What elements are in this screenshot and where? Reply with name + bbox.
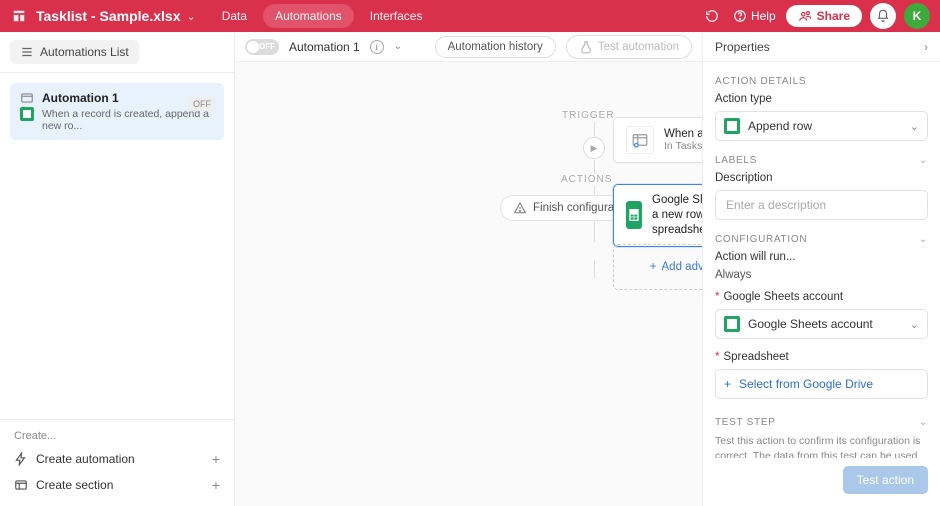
name-chevron-icon[interactable]: ⌄ <box>394 41 402 52</box>
trigger-section-label: TRIGGER <box>562 110 615 121</box>
tab-data[interactable]: Data <box>210 4 259 28</box>
automation-canvas: TRIGGER ▶ ACTIONS When a record is creat… <box>235 62 702 506</box>
expand-icon[interactable]: › <box>924 40 928 54</box>
create-section-button[interactable]: Create section + <box>0 472 234 498</box>
action-node[interactable]: Google Sheets: Append a new row to a spr… <box>613 184 702 247</box>
description-input[interactable] <box>715 190 928 220</box>
create-automation-label: Create automation <box>36 452 135 466</box>
create-automation-button[interactable]: Create automation + <box>0 446 234 472</box>
trigger-node[interactable]: When a record is created In Tasks <box>613 117 702 163</box>
automation-toggle[interactable]: OFF <box>245 39 279 55</box>
test-action-button[interactable]: Test action <box>843 466 928 494</box>
spreadsheet-label: Spreadsheet <box>715 351 928 363</box>
notifications-icon[interactable] <box>870 3 896 29</box>
action-run-label: Action will run... <box>715 251 928 263</box>
chevron-down-icon: ⌄ <box>910 120 919 133</box>
google-sheets-account-label: Google Sheets account <box>715 291 928 303</box>
create-section-label: Create section <box>36 478 113 492</box>
test-automation-label: Test automation <box>598 41 679 53</box>
left-sidebar: Automations List Automation 1 When a rec… <box>0 32 235 506</box>
action-title: Google Sheets: Append a new row to a spr… <box>652 193 702 238</box>
toggle-label: OFF <box>259 42 275 51</box>
chevron-down-icon: ⌄ <box>910 318 919 331</box>
google-sheets-icon <box>626 201 642 229</box>
action-details-heading: ACTION DETAILS <box>715 76 928 87</box>
create-heading: Create... <box>0 426 234 446</box>
automation-history-button[interactable]: Automation history <box>435 36 556 58</box>
app-logo-icon <box>10 7 28 25</box>
test-automation-button[interactable]: Test automation <box>566 35 692 59</box>
top-tabs: Data Automations Interfaces <box>210 4 435 28</box>
google-sheets-account-value: Google Sheets account <box>748 317 873 331</box>
run-trigger-icon[interactable]: ▶ <box>583 137 605 159</box>
title-chevron-icon[interactable]: ⌄ <box>186 10 195 23</box>
trigger-title: When a record is created <box>664 128 702 140</box>
automation-item-desc: When a record is created, append a new r… <box>42 108 214 132</box>
automation-item-status: OFF <box>188 97 216 111</box>
history-icon[interactable] <box>699 3 725 29</box>
share-label: Share <box>817 9 850 23</box>
test-step-heading: TEST STEP <box>715 417 776 428</box>
automation-item-icons <box>20 91 34 132</box>
center-toolbar: OFF Automation 1 i ⌄ Automation history … <box>235 32 702 62</box>
info-icon[interactable]: i <box>370 40 384 54</box>
file-title[interactable]: Tasklist - Sample.xlsx <box>36 8 180 24</box>
plus-icon: + <box>212 477 220 493</box>
test-step-note: Test this action to confirm its configur… <box>715 434 928 458</box>
add-action-label: Add advanced logic or action <box>662 261 702 273</box>
plus-icon: + <box>650 261 657 273</box>
user-avatar[interactable]: K <box>904 3 930 29</box>
automation-name[interactable]: Automation 1 <box>289 40 360 54</box>
sheets-icon <box>724 118 740 134</box>
spreadsheet-select-label: Select from Google Drive <box>739 377 873 391</box>
action-type-value: Append row <box>748 119 812 133</box>
configuration-heading: CONFIGURATION <box>715 234 807 245</box>
top-bar: Tasklist - Sample.xlsx ⌄ Data Automation… <box>0 0 940 32</box>
share-button[interactable]: Share <box>786 5 862 27</box>
center-panel: OFF Automation 1 i ⌄ Automation history … <box>235 32 703 506</box>
sheets-icon <box>724 316 740 332</box>
help-label: Help <box>751 9 776 23</box>
chevron-down-icon[interactable]: ⌄ <box>919 155 928 166</box>
chevron-down-icon[interactable]: ⌄ <box>919 234 928 245</box>
add-action-button[interactable]: + Add advanced logic or action <box>613 244 702 290</box>
help-button[interactable]: Help <box>733 9 776 23</box>
tab-interfaces[interactable]: Interfaces <box>358 4 435 28</box>
record-created-icon <box>626 126 654 154</box>
tab-automations[interactable]: Automations <box>263 4 354 28</box>
automations-list-button[interactable]: Automations List <box>10 40 139 64</box>
automations-list-label: Automations List <box>40 45 129 59</box>
properties-title: Properties <box>715 40 770 54</box>
plus-icon: + <box>724 377 731 391</box>
plus-icon: + <box>212 451 220 467</box>
labels-heading: LABELS <box>715 155 757 166</box>
trigger-subtitle: In Tasks <box>664 140 702 152</box>
properties-panel: Properties › ACTION DETAILS Action type … <box>703 32 940 506</box>
description-label: Description <box>715 172 928 184</box>
chevron-down-icon[interactable]: ⌄ <box>919 417 928 428</box>
action-run-value: Always <box>715 269 928 281</box>
actions-section-label: ACTIONS <box>561 174 612 185</box>
action-type-select[interactable]: Append row ⌄ <box>715 111 928 141</box>
google-sheets-account-select[interactable]: Google Sheets account ⌄ <box>715 309 928 339</box>
automation-list-item[interactable]: Automation 1 When a record is created, a… <box>10 83 224 140</box>
sheets-icon <box>20 107 34 121</box>
spreadsheet-select[interactable]: + Select from Google Drive <box>715 369 928 399</box>
action-type-label: Action type <box>715 93 928 105</box>
